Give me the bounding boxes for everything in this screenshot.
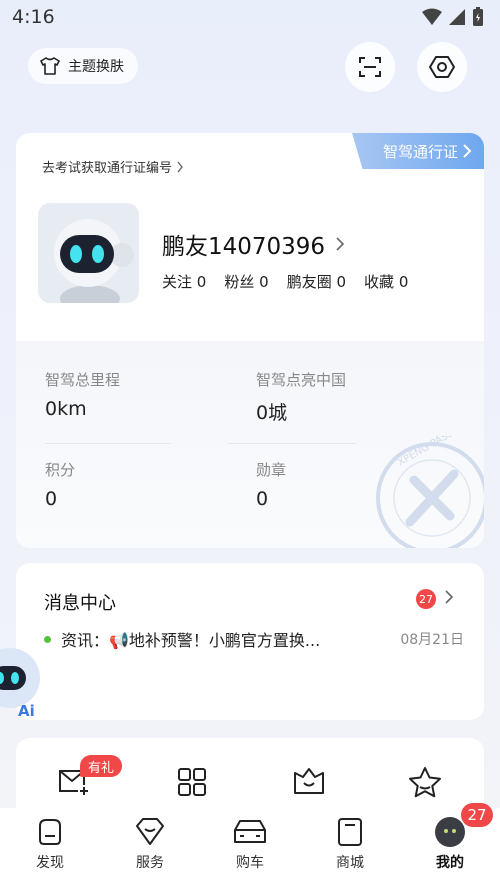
- battery-icon: [473, 7, 483, 26]
- metric-label: 智驾总里程: [45, 371, 121, 389]
- metric-label: 勋章: [256, 461, 287, 479]
- passport-tab-label: 智驾通行证: [382, 142, 458, 161]
- tab-label: 发现: [36, 855, 64, 871]
- exam-passport-link[interactable]: 去考试获取通行证编号: [42, 157, 184, 176]
- divider: [45, 443, 171, 444]
- theme-skin-label: 主题换肤: [68, 59, 124, 75]
- exam-link-label: 去考试获取通行证编号: [42, 161, 173, 176]
- metric-cities-lit[interactable]: 智驾点亮中国 0城: [256, 369, 346, 425]
- ai-robot-icon: Ai: [0, 648, 40, 720]
- message-date: 08月21日: [400, 632, 464, 648]
- bag-icon: [338, 818, 362, 846]
- tab-label: 商城: [336, 855, 364, 871]
- metric-medals[interactable]: 勋章 0: [256, 459, 286, 510]
- wifi-icon: [422, 8, 442, 25]
- stat-following[interactable]: 关注 0: [162, 271, 206, 292]
- diamond-icon: [136, 818, 164, 845]
- favorite-star-button[interactable]: [407, 764, 443, 800]
- message-center-title: 消息中心: [44, 593, 116, 614]
- metric-value: 0km: [45, 398, 87, 420]
- unread-badge: 27: [416, 589, 436, 609]
- robot-avatar-icon: [54, 219, 134, 303]
- hexagon-settings-icon: [429, 56, 455, 78]
- basket-icon: [294, 768, 324, 794]
- car-icon: [234, 820, 266, 843]
- chevron-right-icon: [445, 590, 454, 604]
- message-center-card[interactable]: 消息中心 27 资讯：📢地补预警！小鹏官方置换... 08月21日: [16, 563, 484, 720]
- gift-badge: 有礼: [80, 755, 123, 777]
- scan-icon: [359, 57, 381, 77]
- tab-label: 我的: [436, 855, 464, 871]
- theme-skin-button[interactable]: 主题换肤: [28, 48, 138, 84]
- grid-button[interactable]: [174, 764, 210, 800]
- chevron-right-icon: [336, 237, 345, 251]
- tab-label: 购车: [236, 855, 264, 871]
- metric-value: 0: [45, 488, 58, 510]
- message-text: 资讯：📢地补预警！小鹏官方置换...: [61, 631, 321, 650]
- status-bar: 4:16: [0, 0, 500, 34]
- status-time: 4:16: [12, 6, 55, 28]
- settings-button[interactable]: [417, 42, 467, 92]
- tab-buy-car[interactable]: 购车: [215, 816, 285, 872]
- metric-label: 智驾点亮中国: [256, 371, 347, 389]
- svg-text:XPENG PASSPORT: XPENG PASSPORT: [396, 436, 479, 469]
- tab-mall[interactable]: 商城: [315, 816, 385, 872]
- divider: [228, 443, 356, 444]
- signal-icon: [449, 9, 465, 25]
- metric-value: 0城: [256, 402, 288, 424]
- metric-value: 0: [256, 488, 269, 510]
- metric-points[interactable]: 积分 0: [45, 459, 75, 510]
- profile-card: 智驾通行证 去考试获取通行证编号 鹏友14070396 关注 0 粉丝 0 鹏友…: [16, 133, 484, 548]
- svg-text:Ai: Ai: [18, 702, 35, 720]
- basket-button[interactable]: [291, 764, 327, 800]
- bottom-tab-bar: 发现 服务 购车 商城 我的: [0, 808, 500, 889]
- stat-circle[interactable]: 鹏友圈 0: [287, 271, 346, 292]
- stat-fans[interactable]: 粉丝 0: [224, 271, 268, 292]
- tab-discover[interactable]: 发现: [15, 816, 85, 872]
- username: 鹏友14070396: [162, 234, 326, 260]
- stat-favorites[interactable]: 收藏 0: [364, 271, 408, 292]
- chevron-right-icon: [177, 161, 183, 172]
- tab-service[interactable]: 服务: [115, 816, 185, 872]
- message-item[interactable]: 资讯：📢地补预警！小鹏官方置换... 08月21日: [44, 627, 464, 651]
- username-link[interactable]: 鹏友14070396: [162, 227, 345, 261]
- passport-seal-icon: XPENG PASSPORT: [376, 436, 484, 548]
- social-stats: 关注 0 粉丝 0 鹏友圈 0 收藏 0: [162, 271, 408, 292]
- ai-assistant-button[interactable]: Ai: [0, 640, 42, 720]
- grid-icon: [178, 768, 206, 796]
- tab-mine-badge: 27: [461, 803, 493, 827]
- avatar-icon: [435, 817, 465, 847]
- scan-button[interactable]: [345, 42, 395, 92]
- discover-icon: [39, 819, 61, 845]
- metrics-area: 智驾总里程 0km 智驾点亮中国 0城 积分 0 勋章 0 XPENG PASS…: [16, 341, 484, 548]
- avatar[interactable]: [38, 203, 139, 303]
- status-icons: [422, 7, 484, 27]
- star-icon: [409, 767, 441, 798]
- tshirt-icon: [40, 57, 60, 75]
- smart-driving-passport-tab[interactable]: 智驾通行证: [352, 133, 484, 169]
- tab-label: 服务: [136, 855, 164, 871]
- chevron-right-icon: [463, 144, 472, 158]
- metric-label: 积分: [45, 461, 76, 479]
- unread-dot: [44, 635, 51, 643]
- metric-total-mileage[interactable]: 智驾总里程 0km: [45, 369, 120, 420]
